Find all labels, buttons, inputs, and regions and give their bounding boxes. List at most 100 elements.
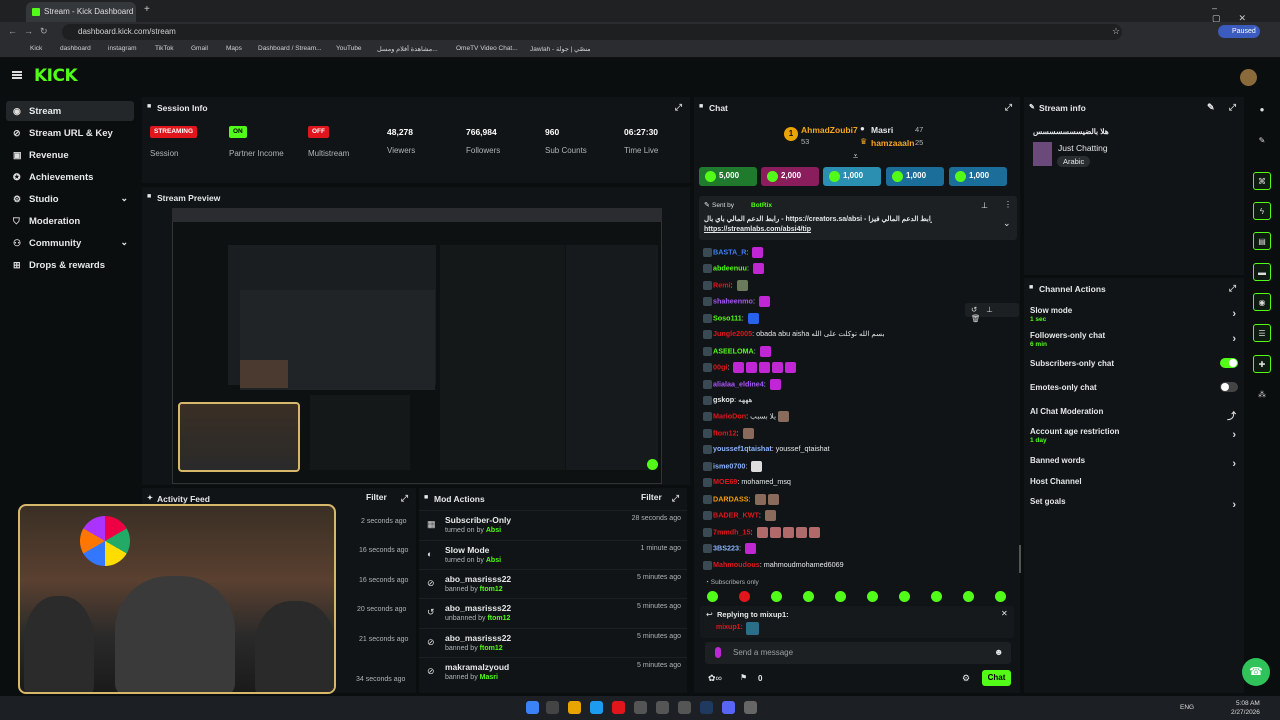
chrome-icon[interactable] (612, 701, 625, 714)
bookmark[interactable]: Jawlah - منصّي | جولة (530, 45, 591, 53)
send-chat-button[interactable]: Chat (982, 670, 1011, 686)
expand-icon[interactable]: ⤢ (1229, 102, 1236, 113)
app-icon[interactable] (634, 701, 647, 714)
chat-username[interactable]: Jungle2005 (713, 329, 752, 338)
channel-action-subscribers-only[interactable]: Subscribers-only chat (1030, 358, 1240, 368)
new-tab-icon[interactable]: + (144, 4, 150, 15)
sidebar-item-revenue[interactable]: ▣ Revenue (6, 145, 134, 165)
expand-icon[interactable]: ⤢ (401, 493, 408, 504)
bookmark[interactable]: مشاهدة أفلام ومسل... (377, 45, 438, 53)
pin-icon[interactable]: ⊥ (981, 201, 988, 210)
gift-chip[interactable]: 2,000 (761, 167, 819, 186)
leader-name[interactable]: AhmadZoubi7 (801, 125, 858, 135)
chat-message[interactable]: MarioDon: يلا بسبب (703, 411, 790, 422)
bookmark[interactable]: instagram (108, 45, 137, 52)
list-icon[interactable]: ▤ (1253, 232, 1271, 250)
list-icon[interactable]: ☰ (1253, 324, 1271, 342)
chat-username[interactable]: BADER_KWT (713, 510, 759, 519)
chat-icon[interactable]: ▬ (1253, 263, 1271, 281)
folder-icon[interactable] (568, 701, 581, 714)
channel-action-followers-only[interactable]: Followers-only chat 6 min › (1030, 331, 1240, 348)
bookmark[interactable]: Gmail (191, 45, 208, 52)
gear-icon[interactable]: ⚙ (962, 673, 970, 684)
sidebar-item-community[interactable]: ⚇ Community ⌄ (6, 233, 134, 253)
emote-icon[interactable] (899, 591, 910, 602)
mod-action-row[interactable]: ◐ Slow Mode turned on by Absi 1 minute ago (419, 540, 687, 569)
gift-chip[interactable]: 1,000 (823, 167, 881, 186)
forward-icon[interactable]: → (24, 26, 33, 36)
support-chat-button[interactable]: ☎ (1242, 658, 1270, 686)
chat-username[interactable]: ASEELOMA (713, 346, 754, 355)
menu-icon[interactable] (12, 71, 22, 79)
mod-action-row[interactable]: ⊘ abo_masrisss22 banned by ftom12 5 minutes… (419, 628, 687, 657)
chat-message[interactable]: BADER_KWT: (703, 510, 776, 521)
chat-message[interactable]: ASEELOMA: (703, 346, 771, 357)
chat-message[interactable]: 7mmdh_15: (703, 527, 820, 538)
chat-scrollbar[interactable] (1019, 545, 1021, 573)
expand-icon[interactable]: ⤢ (1005, 102, 1012, 113)
category-name[interactable]: Just Chatting (1058, 143, 1108, 153)
url-input[interactable]: dashboard.kick.com/stream (62, 24, 1122, 40)
chat-username[interactable]: 7mmdh_15 (713, 527, 751, 536)
star-icon[interactable]: ☆ (1112, 26, 1120, 37)
chat-message[interactable]: BASTA_R: (703, 247, 764, 258)
mod-action-row[interactable]: ⊘ makramalzyoud banned by Masri 5 minutes a… (419, 657, 687, 686)
chat-username[interactable]: 3BS223 (713, 543, 739, 552)
bookmark[interactable]: OmeTV Video Chat... (456, 45, 518, 52)
discord-icon[interactable] (722, 701, 735, 714)
sidebar-item-achievements[interactable]: ✪ Achievements (6, 167, 134, 187)
chat-message[interactable]: Jungle2005: obada abu aisha بسم الله توك… (703, 329, 885, 339)
gift-icon[interactable]: ✿∞ (708, 673, 722, 684)
channel-action-banned-words[interactable]: Banned words › (1030, 456, 1240, 470)
bookmark[interactable]: dashboard (60, 45, 91, 52)
edit-icon[interactable]: ✎ (1207, 102, 1215, 113)
back-icon[interactable]: ← (8, 26, 17, 36)
gift-chip[interactable]: 5,000 (699, 167, 757, 186)
subscribers-only-toggle[interactable] (1220, 358, 1238, 368)
filter-button[interactable]: Filter (366, 492, 387, 502)
mod-action-row[interactable]: ⊘ abo_masrisss22 banned by ftom12 5 minutes… (419, 569, 687, 598)
chat-username[interactable]: gskop (713, 395, 734, 404)
chat-username[interactable]: Remi (713, 280, 731, 289)
chat-message[interactable]: gskop: هههه (703, 395, 752, 405)
channel-action-ai-moderation[interactable]: AI Chat Moderation ⤴ (1030, 407, 1240, 421)
chat-username[interactable]: 00gi (713, 362, 727, 371)
expand-icon[interactable]: ⤢ (672, 493, 679, 504)
chevron-down-icon[interactable]: ⌄ (1003, 218, 1011, 229)
emote-icon[interactable] (931, 591, 942, 602)
message-input[interactable]: Send a message ☻ (705, 642, 1011, 664)
mod-action-row[interactable]: ↺ abo_masrisss22 unbanned by ftom12 5 minut… (419, 598, 687, 627)
filter-button[interactable]: Filter (641, 492, 662, 502)
avatar[interactable] (1240, 69, 1257, 86)
chat-message[interactable]: DARDASS: (703, 494, 779, 505)
pinned-message[interactable]: ✎ Sent by BotRix رابط الدعم المالي باي ب… (699, 196, 1017, 240)
emote-icon[interactable] (803, 591, 814, 602)
chat-message[interactable]: shaheenmo: (703, 296, 770, 307)
emoji-icon[interactable]: ☻ (994, 647, 1003, 657)
app-icon[interactable] (678, 701, 691, 714)
more-icon[interactable]: ⋮ (1004, 200, 1012, 209)
chat-message[interactable]: Remi: (703, 280, 748, 291)
chat-message[interactable]: youssef1qtaishat: youssef_qtaishat (703, 444, 830, 454)
sidebar-item-moderation[interactable]: ⛉ Moderation (6, 211, 134, 231)
reload-icon[interactable]: ↻ (40, 26, 48, 37)
chat-message[interactable]: 00gi: (703, 362, 797, 373)
chat-message[interactable]: abdeenuu: (703, 263, 764, 274)
bookmark[interactable]: YouTube (336, 45, 362, 52)
chat-username[interactable]: MarioDon (713, 411, 746, 420)
chat-username[interactable]: isme0700 (713, 461, 745, 470)
chat-message[interactable]: MOE69: mohamed_msq (703, 477, 791, 487)
sidebar-item-drops[interactable]: ⊞ Drops & rewards (6, 255, 134, 275)
chat-message[interactable]: 3BS223: (703, 543, 756, 554)
kick-logo[interactable]: KICK (34, 66, 78, 86)
channel-action-host-channel[interactable]: Host Channel (1030, 477, 1240, 486)
emote-icon[interactable] (963, 591, 974, 602)
channel-action-account-age[interactable]: Account age restriction 1 day › (1030, 427, 1240, 444)
edge-icon[interactable] (590, 701, 603, 714)
pinned-link[interactable]: https://streamlabs.com/absi4/tip (704, 226, 811, 233)
more-icon[interactable]: ⁂ (1253, 386, 1271, 404)
chat-message[interactable]: isme0700: (703, 461, 763, 472)
bookmark[interactable]: Maps (226, 45, 242, 52)
chat-username[interactable]: abdeenuu (713, 263, 747, 272)
chat-message[interactable]: Soso111: (703, 313, 759, 324)
